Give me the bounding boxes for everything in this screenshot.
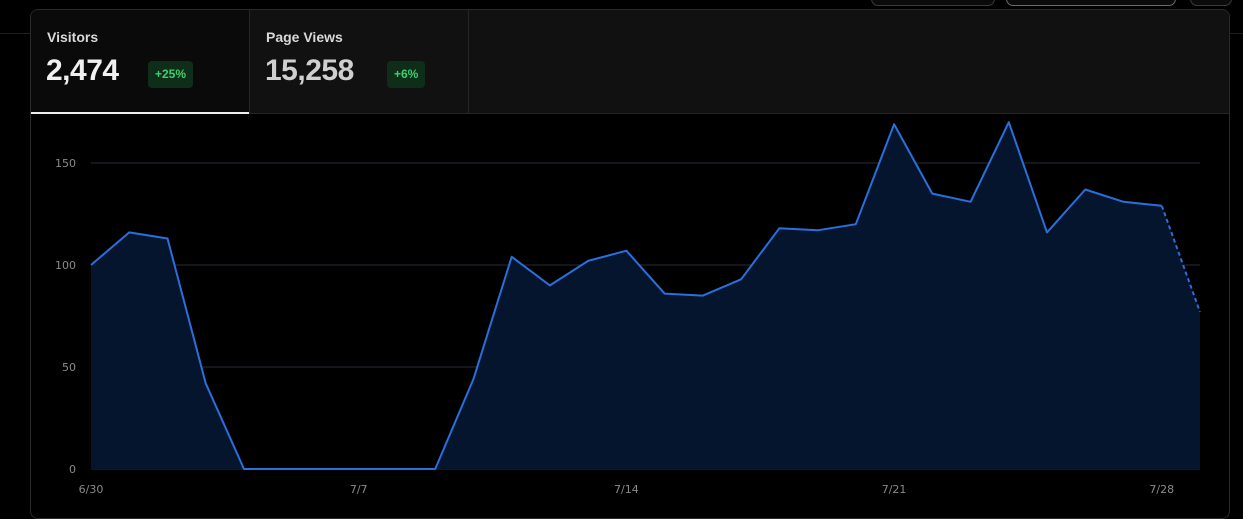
x-tick-label: 7/21 (882, 483, 907, 496)
data-point[interactable] (276, 463, 288, 475)
tab-page-views[interactable]: Page Views 15,258 +6% (250, 10, 469, 113)
tab-page-views-value: 15,258 (265, 54, 354, 87)
tab-visitors-value: 2,474 (46, 54, 119, 87)
y-tick-label: 150 (55, 157, 76, 170)
data-point[interactable] (582, 255, 594, 267)
data-point[interactable] (1156, 200, 1168, 212)
data-point[interactable] (391, 463, 403, 475)
data-point[interactable] (1003, 116, 1015, 128)
analytics-panel: Visitors 2,474 +25% Page Views 15,258 +6… (30, 9, 1230, 519)
data-point[interactable] (353, 463, 365, 475)
tab-visitors-label: Visitors (47, 29, 99, 45)
data-point[interactable] (467, 373, 479, 385)
x-tick-label: 7/14 (614, 483, 639, 496)
data-point[interactable] (965, 196, 977, 208)
data-point[interactable] (1194, 306, 1206, 318)
data-point[interactable] (1041, 226, 1053, 238)
data-point[interactable] (735, 273, 747, 285)
data-point[interactable] (506, 251, 518, 263)
data-point[interactable] (544, 279, 556, 291)
data-point[interactable] (850, 218, 862, 230)
tab-page-views-change-badge: +6% (387, 61, 426, 88)
tab-visitors-change-badge: +25% (148, 61, 194, 88)
data-point[interactable] (1118, 196, 1130, 208)
data-point[interactable] (620, 245, 632, 257)
visitors-chart: 0 50 100 150 6/30 7/7 7/14 7/21 7/28 (55, 116, 1206, 496)
data-point[interactable] (1079, 184, 1091, 196)
data-point[interactable] (429, 463, 441, 475)
data-point[interactable] (162, 233, 174, 245)
tab-page-views-label: Page Views (266, 29, 343, 45)
header-button[interactable] (871, 0, 995, 6)
y-tick-label: 0 (69, 463, 76, 476)
data-point[interactable] (314, 463, 326, 475)
data-point[interactable] (888, 118, 900, 130)
data-point[interactable] (659, 288, 671, 300)
y-tick-label: 50 (62, 361, 76, 374)
data-point[interactable] (812, 224, 824, 236)
data-point[interactable] (926, 188, 938, 200)
data-point[interactable] (200, 377, 212, 389)
header-button-active[interactable] (1006, 0, 1176, 6)
x-tick-label: 7/28 (1149, 483, 1174, 496)
data-point[interactable] (238, 463, 250, 475)
x-tick-label: 7/7 (350, 483, 368, 496)
metric-tabs: Visitors 2,474 +25% Page Views 15,258 +6… (31, 10, 1229, 114)
data-point[interactable] (123, 226, 135, 238)
y-tick-label: 100 (55, 259, 76, 272)
series-area (91, 122, 1200, 469)
data-point[interactable] (773, 222, 785, 234)
x-tick-label: 6/30 (79, 483, 104, 496)
header-button-small[interactable] (1190, 0, 1232, 6)
data-point[interactable] (697, 290, 709, 302)
data-point[interactable] (85, 259, 97, 271)
tab-visitors[interactable]: Visitors 2,474 +25% (31, 10, 250, 114)
